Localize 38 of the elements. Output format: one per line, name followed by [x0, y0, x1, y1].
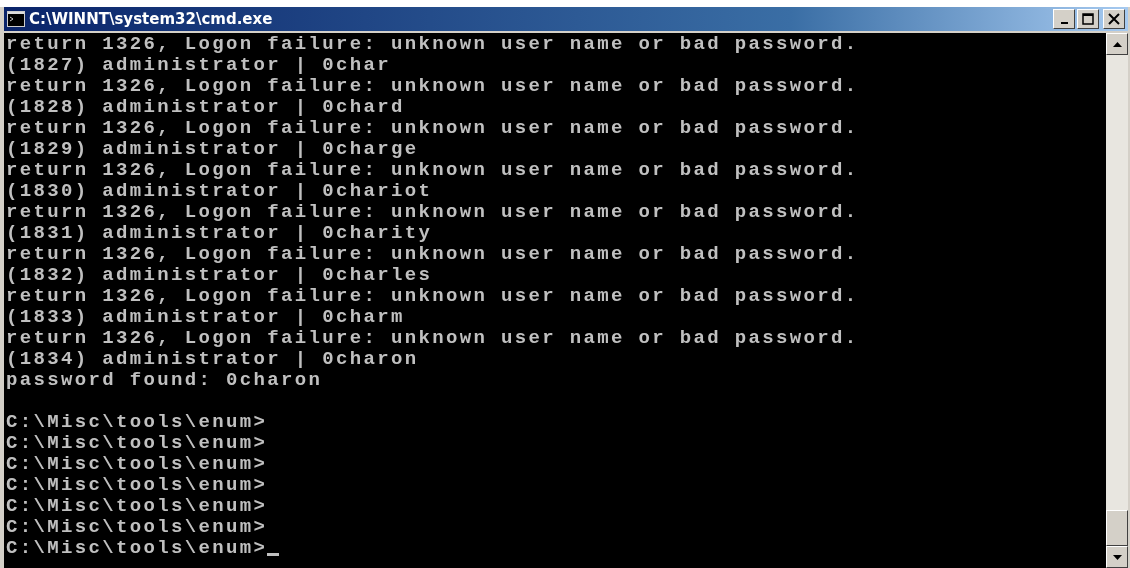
scrollbar-thumb[interactable]	[1106, 510, 1128, 546]
console-line: return 1326, Logon failure: unknown user name or bad password.	[6, 34, 859, 55]
down-triangle-icon	[1112, 554, 1122, 560]
command-prompt: C:\Misc\tools\enum>	[6, 517, 268, 538]
command-prompt: C:\Misc\tools\enum>	[6, 496, 268, 517]
console-line: (1832) administrator | 0charles	[6, 265, 433, 286]
console-line: (1833) administrator | 0charm	[6, 307, 405, 328]
command-prompt: C:\Misc\tools\enum>	[6, 475, 268, 496]
scrollbar[interactable]	[1106, 33, 1128, 568]
console-line: (1827) administrator | 0char	[6, 55, 392, 76]
close-icon	[1108, 13, 1120, 25]
command-prompt: C:\Misc\tools\enum>	[6, 454, 268, 475]
scroll-up-button[interactable]	[1106, 33, 1128, 55]
close-button[interactable]	[1103, 9, 1125, 29]
console-line: return 1326, Logon failure: unknown user name or bad password.	[6, 118, 859, 139]
console-icon	[7, 11, 25, 27]
command-prompt: C:\Misc\tools\enum>	[6, 412, 268, 433]
console-line: (1830) administrator | 0chariot	[6, 181, 433, 202]
minimize-button[interactable]	[1053, 9, 1075, 29]
command-prompt: C:\Misc\tools\enum>	[6, 433, 268, 454]
console-line: return 1326, Logon failure: unknown user name or bad password.	[6, 328, 859, 349]
scroll-down-button[interactable]	[1106, 546, 1128, 568]
console-line: (1829) administrator | 0charge	[6, 139, 419, 160]
command-prompt: C:\Misc\tools\enum>	[6, 538, 268, 559]
console-line: (1831) administrator | 0charity	[6, 223, 433, 244]
up-triangle-icon	[1112, 41, 1122, 47]
console-line: return 1326, Logon failure: unknown user name or bad password.	[6, 160, 859, 181]
minimize-icon	[1060, 22, 1068, 24]
window-title: C:\WINNT\system32\cmd.exe	[29, 10, 273, 28]
console-line: return 1326, Logon failure: unknown user name or bad password.	[6, 244, 859, 265]
console-line: return 1326, Logon failure: unknown user name or bad password.	[6, 286, 859, 307]
console-line: return 1326, Logon failure: unknown user name or bad password.	[6, 202, 859, 223]
console-line: (1828) administrator | 0chard	[6, 97, 405, 118]
maximize-icon	[1082, 13, 1094, 25]
maximize-button[interactable]	[1077, 9, 1099, 29]
console-line: (1834) administrator | 0charon	[6, 349, 419, 370]
console-line: return 1326, Logon failure: unknown user name or bad password.	[6, 76, 859, 97]
console-line: password found: 0charon	[6, 370, 323, 391]
